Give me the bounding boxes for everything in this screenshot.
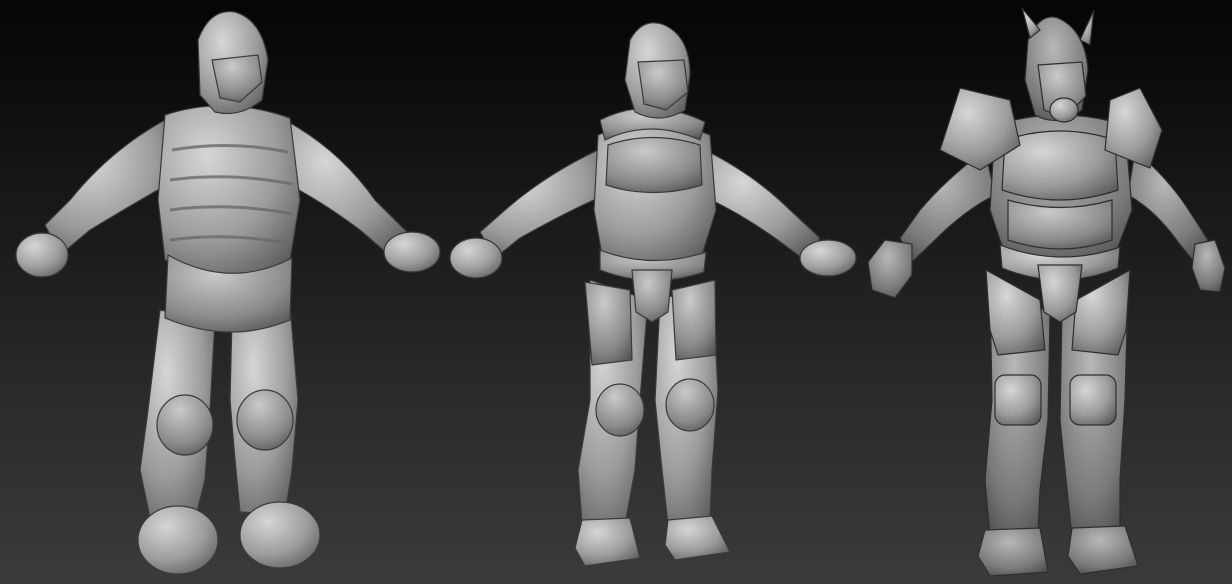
left-hand (449, 237, 503, 279)
right-horn (1079, 9, 1095, 46)
model-stage-2[interactable] (449, 22, 857, 567)
left-foot (137, 505, 219, 575)
zbrush-viewport[interactable] (0, 0, 1232, 584)
left-foot (574, 517, 641, 567)
left-knee (595, 383, 645, 437)
left-knee (156, 394, 214, 456)
respirator (1049, 97, 1079, 123)
right-foot (239, 501, 321, 569)
right-knee-plate (1069, 374, 1117, 426)
left-thigh-guard (985, 268, 1046, 356)
sculpt-canvas (15, 7, 1226, 577)
right-foot (1067, 525, 1139, 575)
right-hand (799, 239, 857, 277)
right-knee (665, 378, 715, 432)
model-stage-3[interactable] (867, 7, 1226, 577)
right-foot (664, 515, 731, 561)
left-hand (867, 239, 913, 299)
right-knee (236, 389, 294, 451)
left-arm (479, 149, 606, 259)
right-arm (699, 149, 821, 261)
left-knee-plate (994, 374, 1042, 426)
torso (157, 105, 301, 276)
abdomen-plate (1007, 199, 1113, 250)
right-hand (383, 231, 441, 273)
right-hand (1191, 239, 1226, 293)
right-thigh-plate (671, 279, 717, 361)
left-thigh-plate (584, 281, 633, 366)
left-foot (977, 527, 1049, 577)
left-arm (44, 119, 176, 256)
model-stage-1[interactable] (15, 10, 441, 575)
left-hand (15, 232, 69, 278)
right-thigh-guard (1071, 268, 1131, 356)
chest-plate (605, 136, 703, 194)
